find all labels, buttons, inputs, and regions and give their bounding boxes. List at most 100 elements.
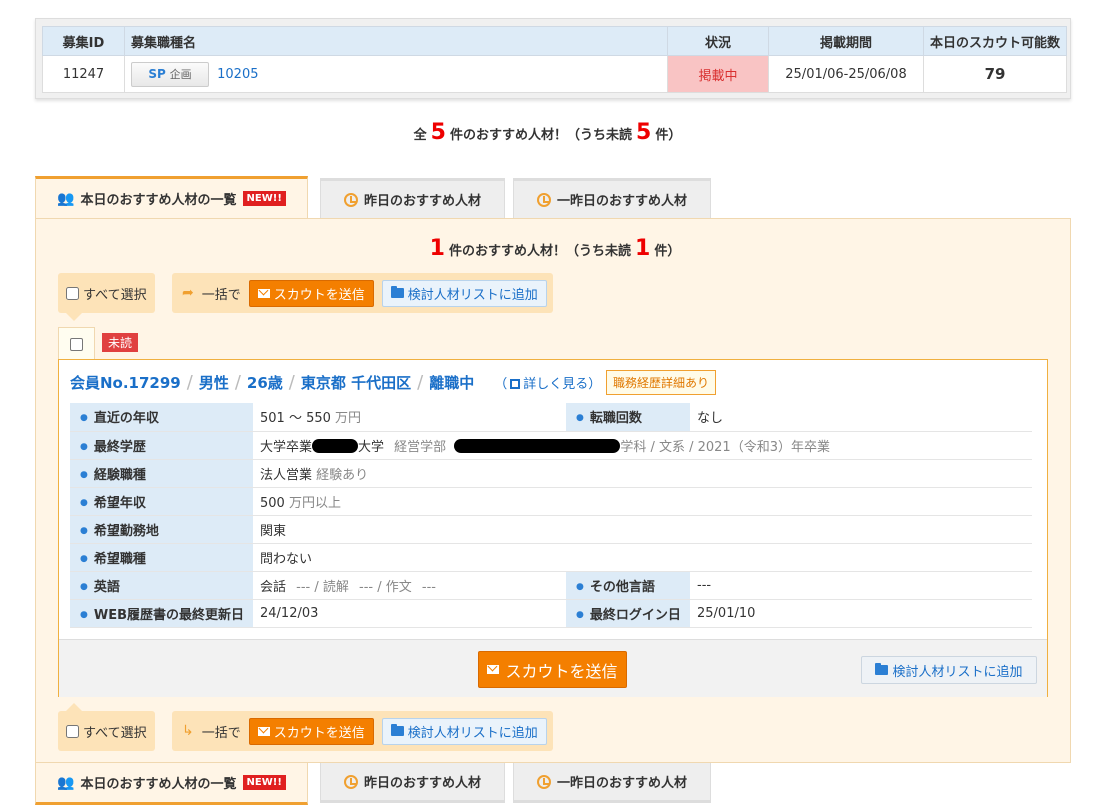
resume-update-label: WEB履歴書の最終更新日 xyxy=(70,599,253,628)
tab-today-label: 本日のおすすめ人材の一覧 xyxy=(80,777,237,792)
candidate-card: 会員No.17299 / 男性 / 26歳 / 東京都 千代田区 / 離職中 （… xyxy=(58,359,1048,697)
english-writing: --- / 作文 xyxy=(359,579,412,595)
tab-day-before-label: 一昨日のおすすめ人材 xyxy=(556,776,687,791)
totals-prefix: 全 xyxy=(413,128,427,143)
sp-sub-label: 企画 xyxy=(169,67,192,81)
send-scout-button[interactable]: スカウトを送信 xyxy=(478,651,627,688)
add-list-label: 検討人材リストに追加 xyxy=(892,664,1023,680)
job-id: 11247 xyxy=(42,55,125,93)
panel-count-total: 1 xyxy=(429,236,445,261)
bulk-add-list-button[interactable]: 検討人材リストに追加 xyxy=(381,717,547,745)
table-row: 経験職種 法人営業 経験あり xyxy=(70,459,1032,488)
clock-icon xyxy=(343,774,358,789)
totals-suffix: 件） xyxy=(655,128,682,143)
table-row: 最終学歴 大学卒業 大学 経営学部 学科 / 文系 / 2021（令和3）年卒業 xyxy=(70,431,1032,460)
table-row: 希望年収 500 万円以上 xyxy=(70,487,1032,516)
listing-period: 25/01/06-25/06/08 xyxy=(768,55,924,93)
job-table: 募集ID 募集職種名 状況 掲載期間 本日のスカウト可能数 11247 SP 企… xyxy=(42,26,1067,93)
education-department: 学科 / 文系 / 2021（令和3）年卒業 xyxy=(620,439,830,455)
separator: / xyxy=(234,372,241,393)
desired-location-label: 希望勤務地 xyxy=(70,515,253,544)
tab-day-before[interactable]: 一昨日のおすすめ人材 xyxy=(513,178,711,218)
bulk-add-list-button[interactable]: 検討人材リストに追加 xyxy=(381,279,547,307)
candidate-location: 東京都 千代田区 xyxy=(300,374,412,392)
mail-icon xyxy=(487,665,500,674)
table-row: 希望勤務地 関東 xyxy=(70,515,1032,544)
english-speaking-label: 会話 xyxy=(260,579,287,595)
select-all-box-bottom[interactable]: すべて選択 xyxy=(58,711,155,751)
tab-day-before-label: 一昨日のおすすめ人材 xyxy=(556,194,687,209)
table-row: 英語 会話 --- / 読解 --- / 作文 --- その他言語 --- xyxy=(70,571,1032,600)
bulk-send-scout-button[interactable]: スカウトを送信 xyxy=(248,279,374,307)
tab-yesterday-label: 昨日のおすすめ人材 xyxy=(363,194,481,209)
header-period: 掲載期間 xyxy=(768,26,924,56)
header-status: 状況 xyxy=(667,26,769,56)
table-row: WEB履歴書の最終更新日 24/12/03 最終ログイン日 25/01/10 xyxy=(70,599,1032,628)
folder-icon xyxy=(390,286,404,298)
experience-cell: 法人営業 経験あり xyxy=(253,459,1032,488)
people-icon: 👥 xyxy=(57,190,75,207)
tab-yesterday[interactable]: 昨日のおすすめ人材 xyxy=(320,178,505,218)
pointer-arrow xyxy=(66,703,82,711)
select-all-checkbox-bottom[interactable] xyxy=(66,724,79,738)
separator: / xyxy=(288,372,295,393)
tab-yesterday-bottom[interactable]: 昨日のおすすめ人材 xyxy=(320,763,505,803)
tab-day-before-bottom[interactable]: 一昨日のおすすめ人材 xyxy=(513,763,711,803)
bulk-send-scout-label: スカウトを送信 xyxy=(273,287,365,303)
candidate-checkbox[interactable] xyxy=(70,337,83,351)
bulk-send-scout-button[interactable]: スカウトを送信 xyxy=(248,717,374,745)
detail-open-paren: （ xyxy=(494,377,508,392)
job-changes-label: 転職回数 xyxy=(566,403,690,432)
candidate-job-status: 離職中 xyxy=(429,374,475,392)
tab-today-bottom[interactable]: 👥 本日のおすすめ人材の一覧 NEW!! xyxy=(35,763,308,805)
recent-income-value: 501 ～ 550 xyxy=(260,411,331,427)
candidate-info-table: 直近の年収 501 ～ 550 万円 転職回数 なし 最終学歴 大学卒業 大学 経… xyxy=(70,403,1032,628)
totals-count: 5 xyxy=(430,120,446,145)
header-scout-count: 本日のスカウト可能数 xyxy=(923,26,1067,56)
job-title-cell: SP 企画 10205 xyxy=(124,55,668,93)
total-recommendations: 全 5 件のおすすめ人材！（うち未読 5 件） xyxy=(0,120,1095,145)
separator: / xyxy=(417,372,424,393)
send-scout-label: スカウトを送信 xyxy=(505,661,618,681)
mail-icon xyxy=(257,726,270,736)
status-badge: 掲載中 xyxy=(667,55,769,93)
select-all-label: すべて選択 xyxy=(83,287,147,303)
career-detail-tag: 職務経歴詳細あり xyxy=(606,370,717,395)
job-title-link[interactable]: 10205 xyxy=(217,67,258,82)
member-number[interactable]: 会員No.17299 xyxy=(70,372,181,393)
sp-label: SP xyxy=(148,66,166,81)
clock-icon xyxy=(536,774,551,789)
recent-income-unit: 万円 xyxy=(335,411,362,427)
separator: / xyxy=(186,372,193,393)
select-all-box[interactable]: すべて選択 xyxy=(58,273,155,313)
select-all-checkbox[interactable] xyxy=(66,286,79,300)
candidate-checkbox-tab[interactable] xyxy=(58,327,95,360)
redaction-bar xyxy=(454,438,621,453)
redaction-bar xyxy=(312,438,359,453)
panel-count-suffix: 件） xyxy=(654,244,681,259)
add-list-button[interactable]: 検討人材リストに追加 xyxy=(861,656,1037,684)
detail-link-label: 詳しく見る xyxy=(523,377,589,392)
tab-bar-bottom: 👥 本日のおすすめ人材の一覧 NEW!! 昨日のおすすめ人材 一昨日のおすすめ人… xyxy=(35,763,1071,805)
table-row: 希望職種 問わない xyxy=(70,543,1032,572)
english-cell: 会話 --- / 読解 --- / 作文 --- xyxy=(253,571,566,600)
external-window-icon xyxy=(510,379,521,389)
job-summary: 募集ID 募集職種名 状況 掲載期間 本日のスカウト可能数 11247 SP 企… xyxy=(35,18,1071,99)
new-badge: NEW!! xyxy=(242,191,286,206)
panel-count-unread: 1 xyxy=(635,236,651,261)
desired-job-label: 希望職種 xyxy=(70,543,253,572)
tab-today-label: 本日のおすすめ人材の一覧 xyxy=(80,193,237,208)
select-all-label: すべて選択 xyxy=(83,725,147,741)
card-footer: スカウトを送信 検討人材リストに追加 xyxy=(59,639,1047,697)
detail-link[interactable]: （ 詳しく見る） xyxy=(494,373,601,392)
experience-label: 経験職種 xyxy=(70,459,253,488)
sp-plan-button[interactable]: SP 企画 xyxy=(131,61,209,87)
tab-today[interactable]: 👥 本日のおすすめ人材の一覧 NEW!! xyxy=(35,176,308,218)
detail-close-paren: ） xyxy=(588,377,602,392)
pointer-arrow xyxy=(66,313,82,321)
new-badge: NEW!! xyxy=(242,775,286,790)
totals-middle: 件のおすすめ人材！（うち未読 xyxy=(449,128,632,143)
desired-income-unit: 万円以上 xyxy=(288,495,341,511)
english-label: 英語 xyxy=(70,571,253,600)
clock-icon xyxy=(343,192,358,207)
